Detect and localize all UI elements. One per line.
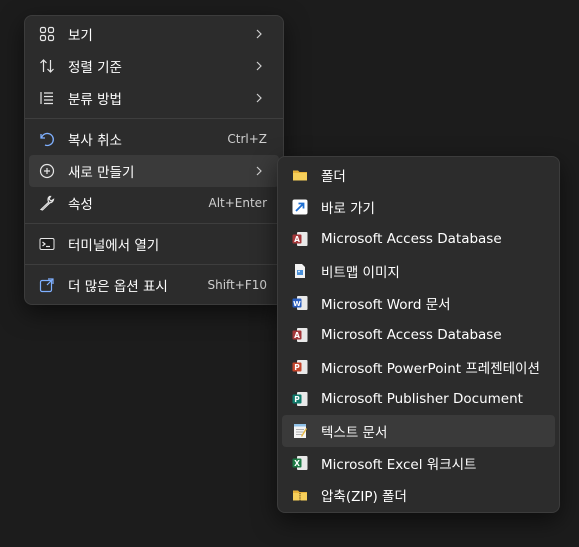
- shortcut-text: Ctrl+Z: [227, 132, 267, 146]
- chevron-right-icon: [256, 29, 262, 39]
- chevron-right-icon: [256, 93, 262, 103]
- svg-text:P: P: [294, 363, 300, 372]
- submenu-item-label: 텍스트 문서: [321, 425, 388, 441]
- submenu-item-label: 압축(ZIP) 폴더: [321, 489, 407, 505]
- menu-item-show-more-options[interactable]: 더 많은 옵션 표시 Shift+F10: [29, 269, 279, 301]
- menu-item-label: 터미널에서 열기: [68, 238, 160, 254]
- submenu-item-label: Microsoft Access Database: [321, 231, 502, 247]
- svg-text:A: A: [294, 331, 300, 340]
- grid-icon: [39, 26, 55, 42]
- menu-separator: [25, 264, 283, 265]
- menu-item-undo-copy[interactable]: 복사 취소 Ctrl+Z: [29, 123, 279, 155]
- zip-folder-icon: [292, 487, 308, 503]
- submenu-item-label: 폴더: [321, 169, 346, 185]
- menu-item-properties[interactable]: 속성 Alt+Enter: [29, 187, 279, 219]
- menu-item-new[interactable]: 새로 만들기: [29, 155, 279, 187]
- submenu-item-access-database-2[interactable]: A Microsoft Access Database: [282, 319, 555, 351]
- menu-item-label: 복사 취소: [68, 133, 122, 149]
- powerpoint-icon: P: [292, 359, 308, 375]
- chevron-right-icon: [256, 166, 262, 176]
- menu-separator: [25, 118, 283, 119]
- menu-item-label: 새로 만들기: [68, 165, 135, 181]
- menu-item-view[interactable]: 보기: [29, 18, 279, 50]
- folder-icon: [292, 167, 308, 183]
- svg-text:W: W: [293, 300, 301, 308]
- publisher-icon: P: [292, 391, 308, 407]
- submenu-item-word-document[interactable]: W Microsoft Word 문서: [282, 287, 555, 319]
- svg-text:A: A: [294, 235, 300, 244]
- menu-item-sort-by[interactable]: 정렬 기준: [29, 50, 279, 82]
- access-icon: A: [292, 327, 308, 343]
- svg-text:X: X: [294, 459, 300, 468]
- submenu-item-label: Microsoft Publisher Document: [321, 391, 523, 407]
- submenu-item-folder[interactable]: 폴더: [282, 159, 555, 191]
- more-options-icon: [39, 277, 55, 293]
- new-submenu: 폴더 바로 가기 A Microsoft Access Database 비트맵…: [277, 156, 560, 513]
- submenu-item-label: 바로 가기: [321, 201, 375, 217]
- context-menu: 보기 정렬 기준 분류 방법 복사 취소 Ctrl+Z 새로 만들기 속성 Al…: [24, 15, 284, 305]
- shortcut-arrow-icon: [292, 199, 308, 215]
- submenu-item-label: Microsoft PowerPoint 프레젠테이션: [321, 361, 540, 377]
- group-list-icon: [39, 90, 55, 106]
- bitmap-icon: [292, 263, 308, 279]
- submenu-item-label: Microsoft Access Database: [321, 327, 502, 343]
- svg-text:P: P: [294, 395, 300, 404]
- submenu-item-zip-folder[interactable]: 압축(ZIP) 폴더: [282, 479, 555, 511]
- submenu-item-bitmap-image[interactable]: 비트맵 이미지: [282, 255, 555, 287]
- wrench-icon: [39, 195, 55, 211]
- shortcut-text: Shift+F10: [207, 278, 267, 292]
- submenu-item-label: Microsoft Excel 워크시트: [321, 457, 477, 473]
- submenu-item-access-database[interactable]: A Microsoft Access Database: [282, 223, 555, 255]
- menu-item-label: 분류 방법: [68, 92, 122, 108]
- submenu-item-excel-worksheet[interactable]: X Microsoft Excel 워크시트: [282, 447, 555, 479]
- sort-icon: [39, 58, 55, 74]
- submenu-item-label: Microsoft Word 문서: [321, 297, 451, 313]
- submenu-item-label: 비트맵 이미지: [321, 265, 400, 281]
- menu-item-label: 속성: [68, 197, 93, 213]
- notepad-icon: [292, 423, 308, 439]
- undo-icon: [39, 131, 55, 147]
- menu-separator: [25, 223, 283, 224]
- access-icon: A: [292, 231, 308, 247]
- menu-item-label: 정렬 기준: [68, 60, 122, 76]
- menu-item-label: 보기: [68, 28, 93, 44]
- menu-item-open-in-terminal[interactable]: 터미널에서 열기: [29, 228, 279, 260]
- submenu-item-text-document[interactable]: 텍스트 문서: [282, 415, 555, 447]
- menu-item-group-by[interactable]: 분류 방법: [29, 82, 279, 114]
- submenu-item-publisher[interactable]: P Microsoft Publisher Document: [282, 383, 555, 415]
- submenu-item-shortcut[interactable]: 바로 가기: [282, 191, 555, 223]
- word-icon: W: [292, 295, 308, 311]
- chevron-right-icon: [256, 61, 262, 71]
- menu-item-label: 더 많은 옵션 표시: [68, 279, 168, 295]
- new-plus-icon: [39, 163, 55, 179]
- shortcut-text: Alt+Enter: [208, 196, 267, 210]
- excel-icon: X: [292, 455, 308, 471]
- terminal-icon: [39, 236, 55, 252]
- submenu-item-powerpoint[interactable]: P Microsoft PowerPoint 프레젠테이션: [282, 351, 555, 383]
